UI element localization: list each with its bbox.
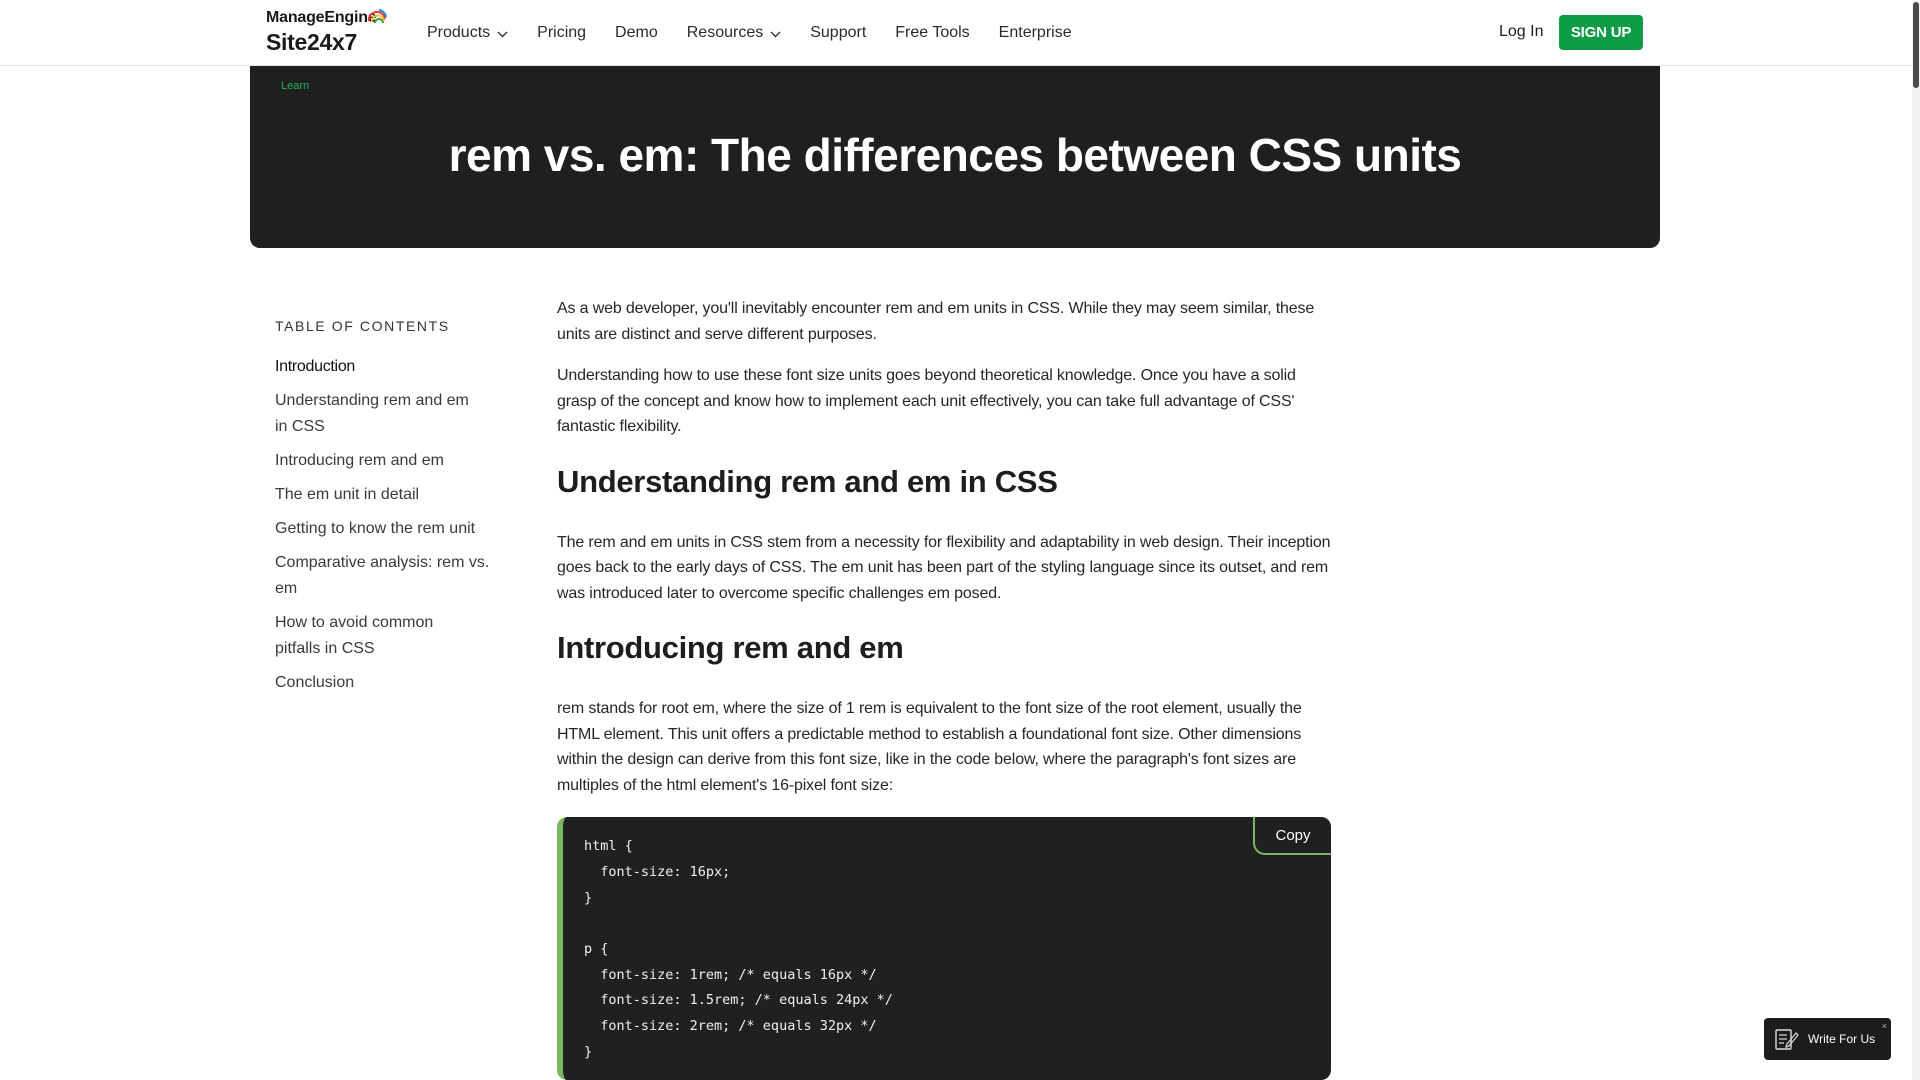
nav-free-tools[interactable]: Free Tools: [895, 24, 969, 42]
nav-pricing-label: Pricing: [537, 24, 587, 41]
page-title: rem vs. em: The differences between CSS …: [448, 129, 1462, 181]
toc-heading: TABLE OF CONTENTS: [275, 318, 450, 334]
write-for-us-widget[interactable]: Write For Us ×: [1764, 1018, 1891, 1060]
code-line: }: [584, 1044, 593, 1060]
code-line: }: [584, 890, 593, 906]
toc-item-rem-unit[interactable]: Getting to know the rem unit: [275, 516, 495, 542]
login-link[interactable]: Log In: [1499, 23, 1543, 41]
toc-item-comparative[interactable]: Comparative analysis: rem vs. em: [275, 550, 495, 602]
site-logo[interactable]: ManageEngine Site24x7: [266, 9, 396, 57]
nav-support[interactable]: Support: [810, 24, 866, 42]
toc-item-understanding[interactable]: Understanding rem and em in CSS: [275, 388, 485, 440]
nav-products-label: Products: [427, 24, 491, 41]
article-paragraph: As a web developer, you'll inevitably en…: [557, 300, 1315, 343]
article-paragraph: The rem and em units in CSS stem from a …: [557, 533, 1331, 602]
code-line: font-size: 2rem; /* equals 32px */: [584, 1018, 877, 1034]
code-line: font-size: 16px;: [584, 864, 731, 880]
nav-enterprise[interactable]: Enterprise: [999, 24, 1072, 42]
nav-pricing[interactable]: Pricing: [537, 24, 586, 42]
nav-products[interactable]: Products: [427, 24, 508, 42]
nav-resources-label: Resources: [686, 24, 764, 41]
copy-code-button[interactable]: Copy: [1253, 817, 1331, 855]
section-heading: Introducing rem and em: [557, 630, 904, 665]
edit-document-icon: [1775, 1029, 1799, 1050]
chevron-down-icon: [770, 31, 781, 37]
nav-enterprise-label: Enterprise: [998, 24, 1072, 41]
toc-item-pitfalls[interactable]: How to avoid common pitfalls in CSS: [275, 610, 465, 662]
site-header: ManageEngine Site24x7 Products Pricing D…: [0, 0, 1912, 66]
toc-item-introducing[interactable]: Introducing rem and em: [275, 448, 495, 474]
article-paragraph: Understanding how to use these font size…: [557, 367, 1296, 435]
code-line: html {: [584, 838, 633, 854]
toc-item-em-detail[interactable]: The em unit in detail: [275, 482, 495, 508]
toc-item-introduction[interactable]: Introduction: [275, 354, 495, 380]
main-nav: Products Pricing Demo Resources Support …: [427, 24, 1101, 42]
write-for-us-label: Write For Us: [1808, 1032, 1876, 1046]
article-body: As a web developer, you'll inevitably en…: [557, 296, 1331, 798]
nav-free-tools-label: Free Tools: [895, 24, 970, 41]
breadcrumb-learn[interactable]: Learn: [281, 80, 309, 92]
logo-arc-icon: [367, 9, 387, 24]
close-icon[interactable]: ×: [1882, 1021, 1887, 1031]
article-paragraph: rem stands for root em, where the size o…: [557, 700, 1302, 794]
nav-demo[interactable]: Demo: [615, 24, 658, 42]
hero-banner: Learn rem vs. em: The differences betwee…: [250, 66, 1660, 248]
code-block: html { font-size: 16px; } p { font-size:…: [557, 817, 1331, 1080]
code-line: p {: [584, 941, 609, 957]
section-heading: Understanding rem and em in CSS: [557, 463, 1058, 499]
code-line: font-size: 1.5rem; /* equals 24px */: [584, 992, 893, 1008]
code-line: font-size: 1rem; /* equals 16px */: [584, 967, 877, 983]
nav-support-label: Support: [810, 24, 867, 41]
nav-demo-label: Demo: [615, 24, 658, 41]
table-of-contents: TABLE OF CONTENTS Introduction Understan…: [275, 318, 495, 704]
nav-resources[interactable]: Resources: [687, 24, 781, 42]
signup-button[interactable]: SIGN UP: [1559, 15, 1643, 50]
logo-product-text: Site24x7: [266, 29, 357, 55]
scrollbar-thumb[interactable]: [1913, 2, 1919, 88]
scrollbar-track[interactable]: [1912, 0, 1920, 1080]
toc-item-conclusion[interactable]: Conclusion: [275, 670, 495, 696]
chevron-down-icon: [497, 31, 508, 37]
